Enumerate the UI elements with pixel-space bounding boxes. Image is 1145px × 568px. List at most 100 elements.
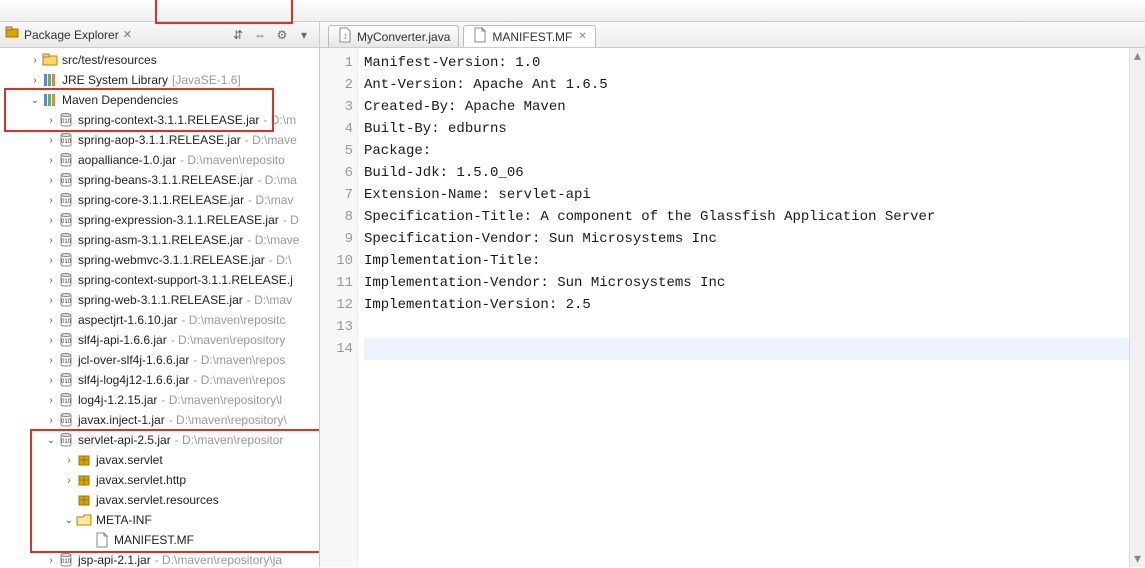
editor-tab[interactable]: JMyConverter.java (328, 25, 459, 47)
tree-item[interactable]: ›010javax.inject-1.jar - D:\maven\reposi… (0, 410, 319, 430)
expand-toggle[interactable]: › (44, 315, 58, 326)
scroll-down-icon[interactable]: ▾ (1130, 551, 1145, 567)
tree-item-label: aspectjrt-1.6.10.jar (78, 313, 177, 327)
tree-item[interactable]: ›010spring-expression-3.1.1.RELEASE.jar … (0, 210, 319, 230)
tree-item[interactable]: ›010log4j-1.2.15.jar - D:\maven\reposito… (0, 390, 319, 410)
tree-item[interactable]: ›010slf4j-log4j12-1.6.6.jar - D:\maven\r… (0, 370, 319, 390)
code-line[interactable]: Built-By: edburns (364, 118, 1129, 140)
code-line[interactable]: Extension-Name: servlet-api (364, 184, 1129, 206)
tree-item[interactable]: ›010jcl-over-slf4j-1.6.6.jar - D:\maven\… (0, 350, 319, 370)
expand-toggle[interactable]: › (44, 175, 58, 186)
tree-item-label: javax.servlet (96, 453, 163, 467)
library-icon (42, 92, 58, 108)
line-number: 2 (328, 74, 353, 96)
code-line[interactable]: Specification-Title: A component of the … (364, 206, 1129, 228)
expand-toggle[interactable]: › (44, 195, 58, 206)
tree-item[interactable]: ›010spring-beans-3.1.1.RELEASE.jar - D:\… (0, 170, 319, 190)
tree-item[interactable]: ⌄Maven Dependencies (0, 90, 319, 110)
code-line[interactable] (364, 338, 1129, 360)
code-line[interactable]: Specification-Vendor: Sun Microsystems I… (364, 228, 1129, 250)
expand-toggle[interactable]: › (44, 235, 58, 246)
code-line[interactable]: Package: (364, 140, 1129, 162)
expand-toggle[interactable]: › (44, 295, 58, 306)
tree-item[interactable]: ›010spring-asm-3.1.1.RELEASE.jar - D:\ma… (0, 230, 319, 250)
tree-item[interactable]: ›javax.servlet.http (0, 470, 319, 490)
code-line[interactable]: Created-By: Apache Maven (364, 96, 1129, 118)
tree-item[interactable]: ›010spring-context-support-3.1.1.RELEASE… (0, 270, 319, 290)
expand-toggle[interactable]: › (44, 555, 58, 566)
tree-item-label: spring-web-3.1.1.RELEASE.jar (78, 293, 243, 307)
jar-icon: 010 (58, 212, 74, 228)
expand-toggle[interactable]: › (44, 335, 58, 346)
expand-toggle[interactable]: › (44, 275, 58, 286)
tree-item[interactable]: MANIFEST.MF (0, 530, 319, 550)
code-line[interactable]: Implementation-Version: 2.5 (364, 294, 1129, 316)
expand-toggle[interactable]: › (62, 455, 76, 466)
expand-toggle[interactable]: › (44, 415, 58, 426)
line-number: 12 (328, 294, 353, 316)
tree-item[interactable]: ›010spring-core-3.1.1.RELEASE.jar - D:\m… (0, 190, 319, 210)
svg-text:010: 010 (61, 219, 72, 225)
expand-toggle[interactable]: › (62, 475, 76, 486)
jar-icon: 010 (58, 152, 74, 168)
expand-toggle[interactable]: › (44, 215, 58, 226)
expand-toggle[interactable]: ⌄ (44, 435, 58, 446)
tree-item-path: - D (283, 213, 299, 227)
code-line[interactable]: Manifest-Version: 1.0 (364, 52, 1129, 74)
package-tree[interactable]: ›src/test/resources›JRE System Library[J… (0, 48, 319, 567)
code-line[interactable]: Ant-Version: Apache Ant 1.6.5 (364, 74, 1129, 96)
tab-close-icon[interactable]: ✕ (578, 31, 586, 42)
tree-item[interactable]: ›src/test/resources (0, 50, 319, 70)
tree-item[interactable]: ›010jsp-api-2.1.jar - D:\maven\repositor… (0, 550, 319, 567)
tree-item[interactable]: ›010aopalliance-1.0.jar - D:\maven\repos… (0, 150, 319, 170)
tree-item-label: spring-aop-3.1.1.RELEASE.jar (78, 133, 241, 147)
tree-item[interactable]: ›010spring-aop-3.1.1.RELEASE.jar - D:\ma… (0, 130, 319, 150)
code-area[interactable]: Manifest-Version: 1.0Ant-Version: Apache… (358, 48, 1129, 567)
expand-toggle[interactable]: ⌄ (62, 515, 76, 526)
code-line[interactable]: Implementation-Title: (364, 250, 1129, 272)
code-line[interactable]: Build-Jdk: 1.5.0_06 (364, 162, 1129, 184)
jar-icon: 010 (58, 412, 74, 428)
filter-button[interactable]: ⚙ (273, 26, 291, 44)
link-editor-button[interactable]: ⇔ (251, 26, 269, 44)
view-menu-button[interactable]: ▾ (295, 26, 313, 44)
code-line[interactable] (364, 316, 1129, 338)
expand-toggle[interactable]: › (44, 355, 58, 366)
tree-item[interactable]: ›010slf4j-api-1.6.6.jar - D:\maven\repos… (0, 330, 319, 350)
tree-item[interactable]: javax.servlet.resources (0, 490, 319, 510)
editor-tab[interactable]: MANIFEST.MF✕ (463, 25, 595, 47)
tree-item[interactable]: ›010spring-context-3.1.1.RELEASE.jar - D… (0, 110, 319, 130)
tree-item-label: spring-webmvc-3.1.1.RELEASE.jar (78, 253, 265, 267)
expand-toggle[interactable]: › (44, 395, 58, 406)
tree-item[interactable]: ›010aspectjrt-1.6.10.jar - D:\maven\repo… (0, 310, 319, 330)
tree-item[interactable]: ›010spring-webmvc-3.1.1.RELEASE.jar - D:… (0, 250, 319, 270)
jar-icon: 010 (58, 332, 74, 348)
tree-item[interactable]: ⌄010servlet-api-2.5.jar - D:\maven\repos… (0, 430, 319, 450)
tree-item[interactable]: ›010spring-web-3.1.1.RELEASE.jar - D:\ma… (0, 290, 319, 310)
expand-toggle[interactable]: › (44, 375, 58, 386)
scroll-up-icon[interactable]: ▴ (1130, 48, 1145, 64)
collapse-all-button[interactable]: ⇵ (229, 26, 247, 44)
expand-toggle[interactable]: › (44, 135, 58, 146)
tree-item[interactable]: ⌄META-INF (0, 510, 319, 530)
expand-toggle[interactable]: › (44, 155, 58, 166)
view-close-icon[interactable]: ✕ (123, 28, 132, 41)
package-explorer-panel: Package Explorer ✕ ⇵ ⇔ ⚙ ▾ ›src/test/res… (0, 22, 320, 567)
expand-toggle[interactable]: › (28, 75, 42, 86)
expand-toggle[interactable]: ⌄ (28, 95, 42, 106)
jar-icon: 010 (58, 392, 74, 408)
code-line[interactable]: Implementation-Vendor: Sun Microsystems … (364, 272, 1129, 294)
expand-toggle[interactable]: › (28, 55, 42, 66)
expand-toggle[interactable]: › (44, 255, 58, 266)
expand-toggle[interactable]: › (44, 115, 58, 126)
svg-text:010: 010 (61, 119, 72, 125)
tree-item[interactable]: ›JRE System Library[JavaSE-1.6] (0, 70, 319, 90)
line-number: 4 (328, 118, 353, 140)
tree-item-path: - D:\mave (247, 233, 299, 247)
tree-item[interactable]: › javax.servlet (0, 450, 319, 470)
svg-text:010: 010 (61, 179, 72, 185)
vertical-scrollbar[interactable]: ▴ ▾ (1129, 48, 1145, 567)
line-number: 13 (328, 316, 353, 338)
package-explorer-header: Package Explorer ✕ ⇵ ⇔ ⚙ ▾ (0, 22, 319, 48)
tree-item-label: slf4j-api-1.6.6.jar (78, 333, 167, 347)
